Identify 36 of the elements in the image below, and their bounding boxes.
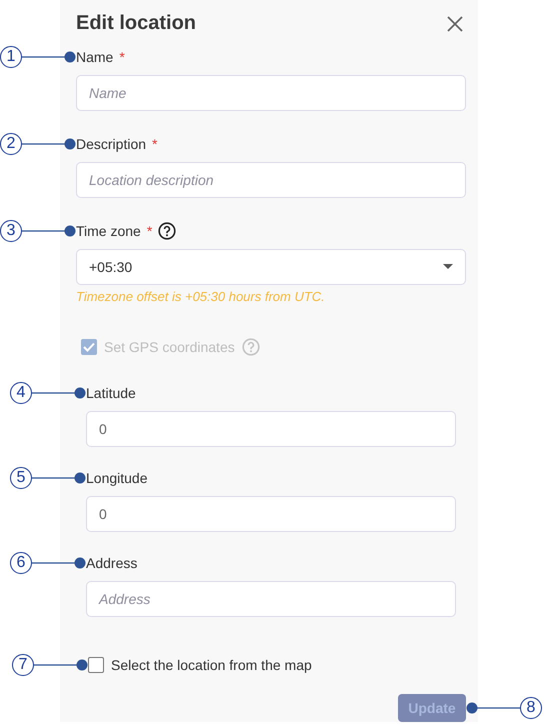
- callout-number: 4: [10, 382, 32, 404]
- close-button[interactable]: [446, 14, 464, 33]
- field-label: Latitude: [86, 384, 136, 401]
- help-icon[interactable]: [158, 222, 176, 240]
- leader-line: [32, 556, 86, 569]
- callout-number: 2: [0, 132, 22, 155]
- callout-number: 3: [0, 220, 22, 242]
- leader-line: [22, 224, 76, 237]
- input-field[interactable]: Name: [76, 74, 466, 111]
- checkbox-label: Select the location from the map: [111, 657, 312, 674]
- caret-icon: [443, 264, 453, 270]
- select-field[interactable]: +05:30: [76, 248, 466, 285]
- required-mark: *: [146, 222, 152, 239]
- dialog-title: Edit location: [76, 12, 196, 36]
- leader-line: [22, 50, 76, 63]
- callout-number: 1: [0, 46, 22, 68]
- leader-line: [32, 386, 86, 399]
- leader-line: [32, 472, 86, 484]
- callout-number: 8: [520, 697, 542, 719]
- leader-line: [22, 138, 76, 150]
- callout-number: 6: [10, 552, 32, 574]
- field-label: Longitude: [86, 470, 148, 486]
- required-mark: *: [119, 48, 125, 65]
- field-label: Address: [86, 554, 138, 571]
- leader-line: [466, 702, 520, 714]
- field-label: Name: [76, 48, 114, 65]
- leader-line: [34, 659, 88, 672]
- callout-number: 7: [12, 654, 34, 676]
- checkbox[interactable]: [88, 657, 104, 674]
- checkbox-label: Set GPS coordinates: [104, 338, 235, 355]
- callout-number: 5: [10, 466, 32, 489]
- field-label: Description: [76, 136, 146, 152]
- required-mark: *: [152, 136, 158, 152]
- field-label: Time zone: [76, 222, 141, 239]
- hint-text: Timezone offset is +05:30 hours from UTC.: [76, 288, 326, 304]
- input-field[interactable]: Location description: [76, 162, 466, 198]
